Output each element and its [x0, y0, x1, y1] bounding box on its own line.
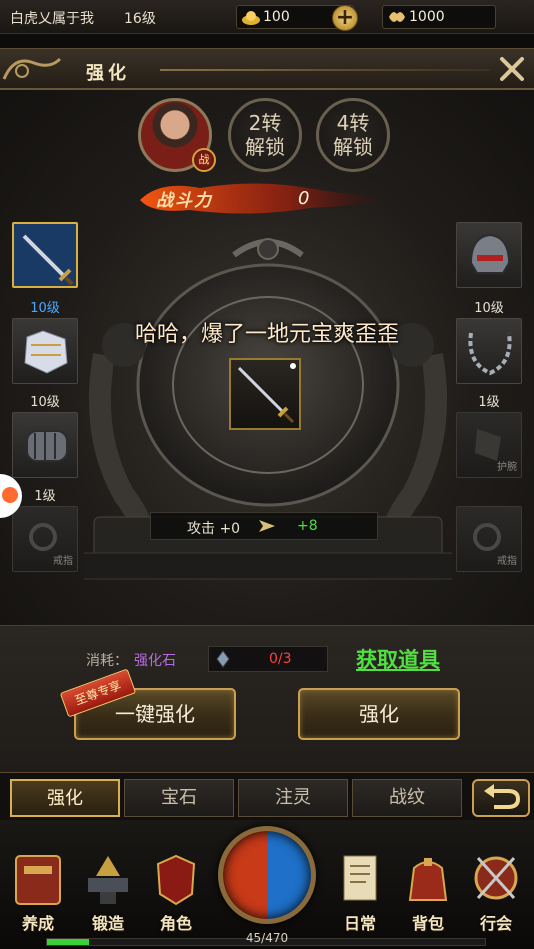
slot-helmet-level: 10级 — [474, 301, 504, 316]
cost-label: 消耗： — [86, 653, 128, 669]
armor-icon — [156, 854, 196, 906]
player-level: 16级 — [124, 11, 156, 27]
scroll-icon — [343, 855, 377, 901]
attack-stat-bar: 攻击 +0 +8 — [150, 512, 378, 540]
slot-ring-left[interactable]: 戒指 — [12, 506, 78, 572]
gold-value: 100 — [263, 9, 290, 25]
strengthen-target-slot[interactable] — [229, 358, 301, 430]
jade-value: 1000 — [409, 9, 445, 25]
return-arrow-icon — [484, 784, 521, 809]
title-divider — [160, 69, 490, 71]
tab-war-pattern[interactable]: 战纹 — [352, 779, 462, 817]
dragon-ornament-icon — [2, 57, 62, 80]
shield-icon — [474, 856, 518, 900]
function-tabs: 强化 宝石 注灵 战纹 — [0, 772, 534, 820]
slot-helmet[interactable] — [456, 222, 522, 288]
cost-count: 0/3 — [269, 651, 292, 667]
unlock-4-line2: 解锁 — [333, 135, 373, 159]
arrow-right-icon — [259, 520, 275, 532]
tab-gem[interactable]: 宝石 — [124, 779, 234, 817]
slot-bracer-left[interactable] — [12, 412, 78, 478]
tab-strengthen[interactable]: 强化 — [10, 779, 120, 817]
nav-bag[interactable]: 背包 — [396, 848, 460, 933]
player-name: 白虎乂属于我 — [10, 11, 94, 27]
slot-weapon-level: 10级 — [30, 301, 60, 316]
slot-ring-left-tag: 戒指 — [53, 556, 73, 567]
slot-bracer-right[interactable]: 护腕 — [456, 412, 522, 478]
tab-infuse[interactable]: 注灵 — [238, 779, 348, 817]
combat-power-label: 战斗力 — [156, 191, 213, 211]
slot-ring-right-tag: 戒指 — [497, 556, 517, 567]
strengthen-button[interactable]: 强化 — [298, 688, 460, 740]
unlock-4-circle: 4转 解锁 — [316, 98, 390, 172]
jade-counter: 1000 — [382, 5, 496, 29]
exp-text: 45/470 — [245, 931, 289, 945]
gamepad-icon — [2, 487, 18, 503]
unlock-2-circle: 2转 解锁 — [228, 98, 302, 172]
bracer-icon — [26, 430, 68, 462]
warrior-class-badge: 战 — [192, 148, 216, 172]
slot-armor-level: 10级 — [30, 395, 60, 410]
panel-title: 强化 — [86, 63, 130, 84]
slot-weapon[interactable] — [12, 222, 78, 288]
sword-icon — [22, 234, 74, 286]
slot-necklace-level: 1级 — [478, 395, 500, 410]
cost-item-name: 强化石 — [134, 653, 176, 669]
helmet-icon — [469, 233, 511, 274]
get-items-link[interactable]: 获取道具 — [356, 644, 440, 674]
unlock-4-line1: 4转 — [336, 111, 370, 135]
nav-forge[interactable]: 锻造 — [76, 848, 140, 933]
slot-ring-right[interactable]: 戒指 — [456, 506, 522, 572]
bag-icon — [408, 858, 448, 901]
book-icon — [15, 855, 61, 905]
top-status-bar: 白虎乂属于我 16级 100 + 1000 — [0, 0, 534, 34]
combat-power-value: 0 — [298, 188, 310, 209]
back-button[interactable] — [472, 779, 530, 817]
attack-bonus: +8 — [297, 518, 318, 534]
enhance-stone-icon — [216, 650, 230, 668]
close-icon[interactable] — [496, 53, 528, 85]
nav-develop[interactable]: 养成 — [6, 848, 70, 933]
nav-guild[interactable]: 行会 — [464, 848, 528, 933]
cost-count-box: 0/3 — [208, 646, 328, 672]
attack-current: 攻击 +0 — [187, 521, 241, 537]
add-gold-button[interactable]: + — [332, 5, 358, 31]
nav-character[interactable]: 角色 — [144, 848, 208, 933]
drop-message: 哈哈，爆了一地元宝爽歪歪 — [134, 322, 399, 347]
jade-icon — [389, 12, 405, 22]
unlock-2-line2: 解锁 — [245, 135, 285, 159]
gold-ingot-icon — [242, 11, 260, 25]
unlock-2-line1: 2转 — [248, 111, 282, 135]
nav-daily[interactable]: 日常 — [328, 848, 392, 933]
sword-icon — [237, 363, 296, 424]
anvil-icon — [88, 856, 128, 904]
panel-title-bar: 强化 — [0, 48, 534, 90]
hp-mp-orb[interactable] — [218, 826, 316, 924]
slot-bracer-right-tag: 护腕 — [497, 462, 517, 473]
